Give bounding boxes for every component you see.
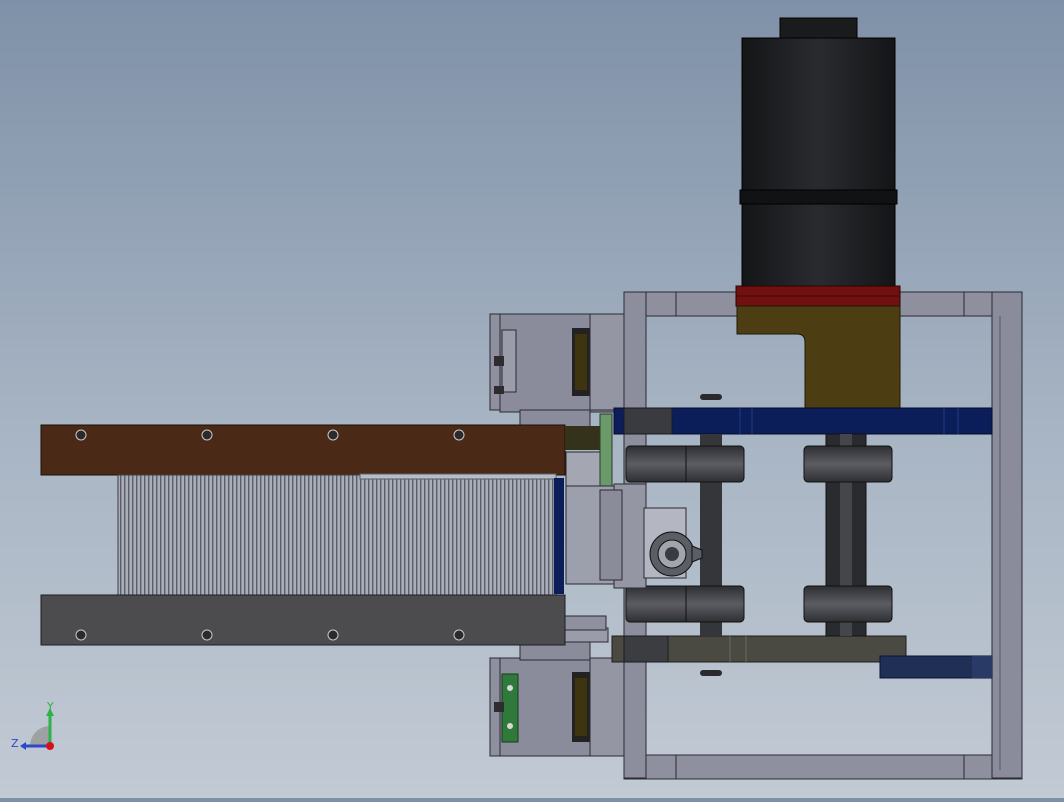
frame-bottom-rail	[623, 754, 1023, 780]
motor-body-lower	[741, 203, 896, 289]
dark-plate	[40, 594, 566, 646]
lower-crossbar	[611, 635, 993, 679]
coordinate-triad: Y Z	[11, 700, 54, 750]
motor-body-upper	[741, 37, 896, 191]
heatsink-assembly	[40, 413, 623, 646]
heatsink-fins	[117, 474, 557, 596]
assembly-drawing: Y Z	[11, 17, 1023, 780]
motor-cap	[779, 17, 858, 41]
small-green-board	[599, 413, 613, 491]
upper-bracket	[489, 313, 625, 429]
stepper-motor	[735, 17, 901, 409]
frame-right-rail	[991, 291, 1023, 779]
roller-bottom-left	[625, 585, 745, 623]
triad-z-label: Z	[11, 737, 19, 750]
blue-crossbar	[613, 394, 993, 435]
brown-plate	[40, 424, 566, 476]
roller-bottom-right	[803, 585, 893, 623]
motor-mount-bracket	[736, 305, 901, 409]
triad-y-label: Y	[46, 700, 54, 713]
cad-viewport[interactable]: Y Z	[0, 0, 1064, 798]
green-pcb	[501, 673, 519, 743]
cam-assembly	[613, 483, 703, 589]
motor-band	[739, 189, 898, 205]
roller-top-left	[625, 445, 745, 483]
roller-top-right	[803, 445, 893, 483]
